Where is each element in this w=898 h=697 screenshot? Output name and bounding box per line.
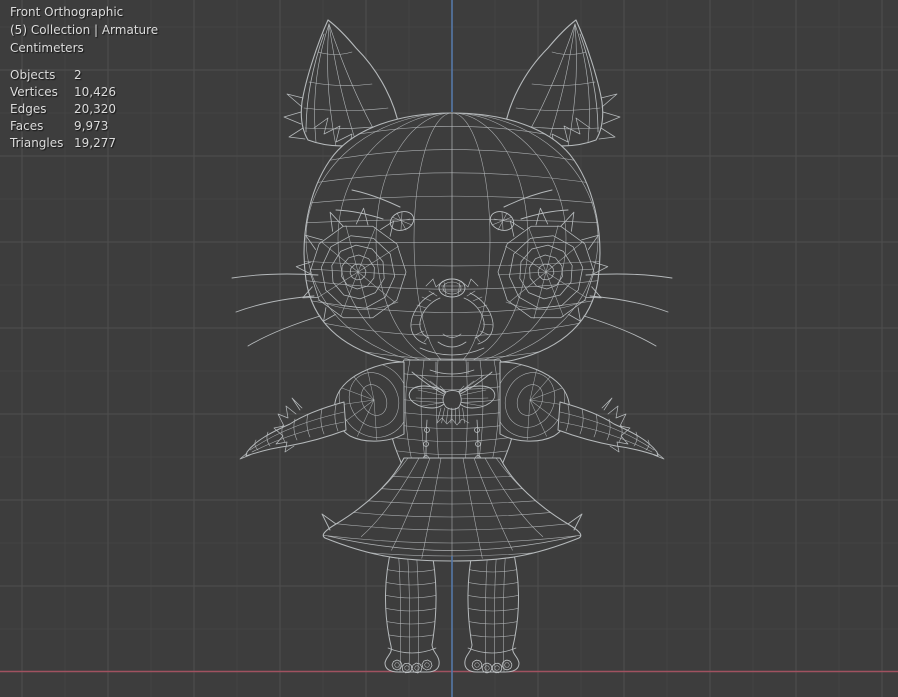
wire-line	[248, 316, 320, 346]
stat-row-faces: Faces 9,973	[10, 118, 116, 135]
stat-value: 9,973	[74, 118, 116, 135]
wire-line	[603, 112, 620, 124]
wire-line	[284, 112, 301, 124]
units-label: Centimeters	[10, 39, 158, 57]
stat-value: 10,426	[74, 84, 116, 101]
stat-row-edges: Edges 20,320	[10, 101, 116, 118]
view-name-label: Front Orthographic	[10, 3, 158, 21]
model-head	[300, 103, 604, 382]
wire-line	[601, 94, 617, 107]
3d-viewport[interactable]: Front Orthographic (5) Collection | Arma…	[0, 0, 898, 697]
wire-line	[584, 316, 656, 346]
wire-line	[292, 398, 302, 410]
wire-line	[236, 296, 314, 312]
stat-row-triangles: Triangles 19,277	[10, 135, 116, 152]
wire-line	[599, 128, 615, 139]
stat-value: 2	[74, 67, 116, 84]
model-leg-left	[384, 546, 439, 673]
model-torso	[389, 360, 515, 470]
wire-line	[590, 296, 668, 312]
model-skirt	[320, 458, 584, 561]
stat-label: Objects	[10, 67, 74, 84]
stat-row-vertices: Vertices 10,426	[10, 84, 116, 101]
stat-row-objects: Objects 2	[10, 67, 116, 84]
stat-label: Vertices	[10, 84, 74, 101]
wire-line	[602, 398, 612, 410]
model-leg-left-mirrored	[465, 546, 520, 673]
stat-label: Edges	[10, 101, 74, 118]
stat-label: Faces	[10, 118, 74, 135]
wire-line	[287, 94, 303, 107]
scene-stats: Objects 2 Vertices 10,426 Edges 20,320 F…	[10, 67, 116, 152]
stat-value: 20,320	[74, 101, 116, 118]
stat-value: 19,277	[74, 135, 116, 152]
viewport-overlay-text: Front Orthographic (5) Collection | Arma…	[10, 3, 158, 152]
stat-label: Triangles	[10, 135, 74, 152]
wire-line	[289, 128, 305, 139]
collection-label: (5) Collection | Armature	[10, 21, 158, 39]
